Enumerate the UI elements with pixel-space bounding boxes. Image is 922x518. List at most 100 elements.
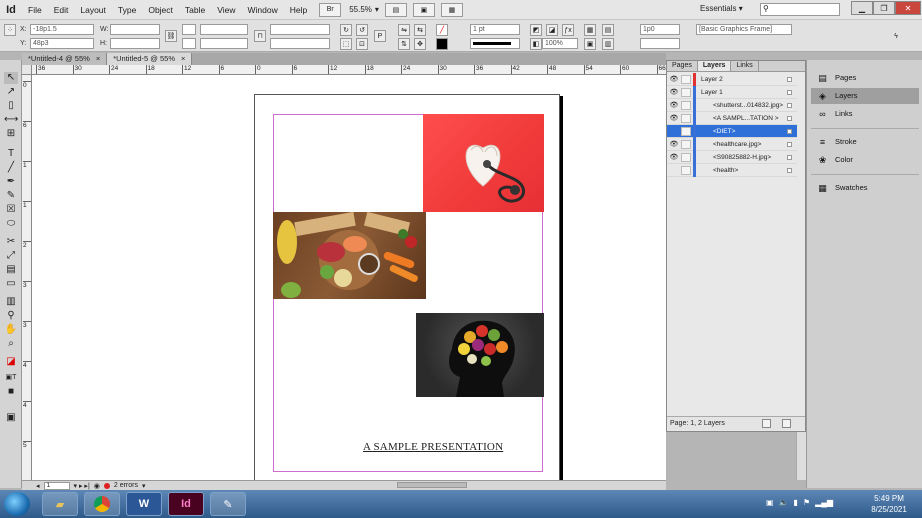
tray-icon[interactable]: ▣ bbox=[766, 498, 774, 507]
select-item-square[interactable] bbox=[787, 155, 792, 160]
lock-toggle[interactable] bbox=[681, 140, 691, 149]
visibility-eye-icon[interactable]: 👁 bbox=[669, 101, 679, 110]
rotation-angle-field[interactable] bbox=[270, 24, 330, 35]
scale-y-field[interactable] bbox=[200, 38, 248, 49]
select-item-square[interactable] bbox=[787, 168, 792, 173]
dock-pages[interactable]: ▤ Pages bbox=[811, 70, 919, 86]
healthy-mind-image[interactable] bbox=[416, 313, 544, 397]
menu-layout[interactable]: Layout bbox=[74, 5, 112, 15]
menu-type[interactable]: Type bbox=[112, 5, 142, 15]
type-tool-icon[interactable]: T bbox=[4, 148, 18, 160]
vertical-ruler[interactable]: 0 6 1 1 2 3 3 4 4 5 bbox=[22, 75, 32, 480]
view-options-icon[interactable]: ▤ bbox=[384, 2, 407, 17]
flip-horizontal-icon[interactable]: ⇋ bbox=[398, 24, 410, 36]
search-input[interactable]: ⚲ bbox=[760, 3, 840, 16]
menu-table[interactable]: Table bbox=[179, 5, 211, 15]
fill-swatch-icon[interactable]: ╱ bbox=[436, 24, 448, 36]
select-content-icon[interactable]: ⊡ bbox=[356, 38, 368, 50]
trash-icon[interactable] bbox=[782, 419, 791, 428]
rectangle-frame-tool-icon[interactable]: ☒ bbox=[4, 204, 18, 216]
select-item-square[interactable] bbox=[787, 77, 792, 82]
visibility-eye-icon[interactable]: 👁 bbox=[669, 88, 679, 97]
word-icon[interactable]: W bbox=[126, 492, 162, 516]
horizontal-scrollbar[interactable] bbox=[397, 482, 467, 488]
menu-window[interactable]: Window bbox=[242, 5, 284, 15]
lock-toggle[interactable] bbox=[681, 166, 691, 175]
fit-frame-icon[interactable]: ▣ bbox=[584, 38, 596, 50]
lock-toggle[interactable] bbox=[681, 127, 691, 136]
tab-untitled-5[interactable]: *Untitled-5 @ 55% × bbox=[107, 53, 193, 65]
flip-p-icon[interactable]: P bbox=[374, 30, 386, 42]
tab-pages[interactable]: Pages bbox=[667, 61, 698, 71]
gradient-swatch-tool-icon[interactable]: ▤ bbox=[4, 264, 18, 276]
preflight-icon[interactable]: ◉ bbox=[94, 482, 100, 490]
page-title-text[interactable]: A SAMPLE PRESENTATION bbox=[363, 441, 503, 453]
bridge-icon[interactable]: Br bbox=[319, 2, 342, 17]
text-wrap-icon[interactable]: ▦ bbox=[584, 24, 596, 36]
tab-layers[interactable]: Layers bbox=[697, 61, 732, 71]
menu-help[interactable]: Help bbox=[284, 5, 313, 15]
select-item-square[interactable] bbox=[787, 103, 792, 108]
close-icon[interactable]: × bbox=[181, 54, 185, 64]
network-icon[interactable]: ▮ bbox=[794, 498, 798, 507]
visibility-eye-icon[interactable] bbox=[669, 127, 679, 136]
dock-stroke[interactable]: ≡ Stroke bbox=[811, 134, 919, 150]
scale-x-field[interactable] bbox=[200, 24, 248, 35]
select-previous-icon[interactable]: ⇆ bbox=[414, 24, 426, 36]
y-position-field[interactable]: 48p3 bbox=[30, 38, 94, 49]
lightning-icon[interactable]: ϟ bbox=[890, 30, 902, 42]
menu-view[interactable]: View bbox=[211, 5, 241, 15]
dock-layers[interactable]: ◈ Layers bbox=[811, 88, 919, 104]
select-item-square[interactable] bbox=[787, 142, 792, 147]
effects-icon[interactable]: ◪ bbox=[546, 24, 558, 36]
chrome-icon[interactable] bbox=[84, 492, 120, 516]
paint-icon[interactable]: ✎ bbox=[210, 492, 246, 516]
width-field[interactable] bbox=[110, 24, 160, 35]
ellipse-tool-icon[interactable]: ⬭ bbox=[4, 218, 18, 230]
workspace-switcher[interactable]: Essentials ▾ bbox=[700, 4, 743, 13]
select-item-square[interactable] bbox=[787, 90, 792, 95]
menu-object[interactable]: Object bbox=[142, 5, 179, 15]
heart-stethoscope-image[interactable] bbox=[423, 114, 544, 212]
eyedropper-tool-icon[interactable]: ⚲ bbox=[4, 310, 18, 322]
constrain-scale-icon[interactable]: ⊓ bbox=[254, 30, 266, 42]
scissors-tool-icon[interactable]: ✂ bbox=[4, 236, 18, 248]
layer-item-row[interactable]: 👁 <healthcare.jpg> bbox=[667, 138, 797, 151]
direct-selection-tool-icon[interactable]: ↗ bbox=[4, 86, 18, 98]
selection-tool-icon[interactable]: ↖ bbox=[4, 72, 18, 84]
opacity-field[interactable]: 100% bbox=[542, 38, 578, 49]
tab-links[interactable]: Links bbox=[731, 61, 759, 71]
lock-toggle[interactable] bbox=[681, 88, 691, 97]
scale-y-icon[interactable] bbox=[182, 38, 196, 49]
height-field[interactable] bbox=[110, 38, 160, 49]
reference-point-icon[interactable]: ⁘ bbox=[4, 24, 16, 36]
preflight-menu-icon[interactable]: ▾ bbox=[142, 482, 146, 490]
opacity-icon[interactable]: ◧ bbox=[530, 38, 542, 50]
fx-icon[interactable]: ƒx bbox=[562, 24, 574, 36]
align-left-icon[interactable]: ▤ bbox=[602, 24, 614, 36]
layer-item-row[interactable]: <DIET> bbox=[667, 125, 797, 138]
horizontal-ruler[interactable]: 36 30 24 18 12 6 0 6 12 18 24 30 36 42 48 54 60 66 bbox=[32, 65, 666, 75]
pen-tool-icon[interactable]: ✒ bbox=[4, 176, 18, 188]
dock-swatches[interactable]: ▦ Swatches bbox=[811, 180, 919, 196]
stroke-type-dropdown[interactable] bbox=[470, 38, 520, 49]
fill-stroke-icon[interactable]: ◪ bbox=[4, 356, 18, 368]
corner-shape-field[interactable] bbox=[640, 38, 680, 49]
constrain-proportions-icon[interactable]: ⛓ bbox=[165, 30, 177, 42]
stroke-weight-field[interactable]: 1 pt bbox=[470, 24, 520, 35]
zoom-tool-icon[interactable]: ⌕ bbox=[4, 338, 18, 350]
rotate-ccw-icon[interactable]: ↺ bbox=[356, 24, 368, 36]
layer-item-row[interactable]: <health> bbox=[667, 164, 797, 177]
previous-page-icon[interactable]: ◂ bbox=[36, 482, 40, 490]
screen-mode-icon[interactable]: ▣ bbox=[412, 2, 435, 17]
new-layer-icon[interactable] bbox=[762, 419, 771, 428]
visibility-eye-icon[interactable]: 👁 bbox=[669, 75, 679, 84]
x-position-field[interactable]: -18p1.5 bbox=[30, 24, 94, 35]
note-tool-icon[interactable]: ▥ bbox=[4, 296, 18, 308]
flip-vertical-icon[interactable]: ⇅ bbox=[398, 38, 410, 50]
clock[interactable]: 5:49 PM 8/25/2021 bbox=[862, 493, 916, 515]
layer-item-row[interactable]: 👁 <S90825882-H.jpg> bbox=[667, 151, 797, 164]
page-number-field[interactable]: 1 bbox=[43, 481, 70, 490]
content-collector-icon[interactable]: ⊞ bbox=[4, 128, 18, 140]
minimize-button[interactable]: ▁ bbox=[851, 1, 873, 15]
